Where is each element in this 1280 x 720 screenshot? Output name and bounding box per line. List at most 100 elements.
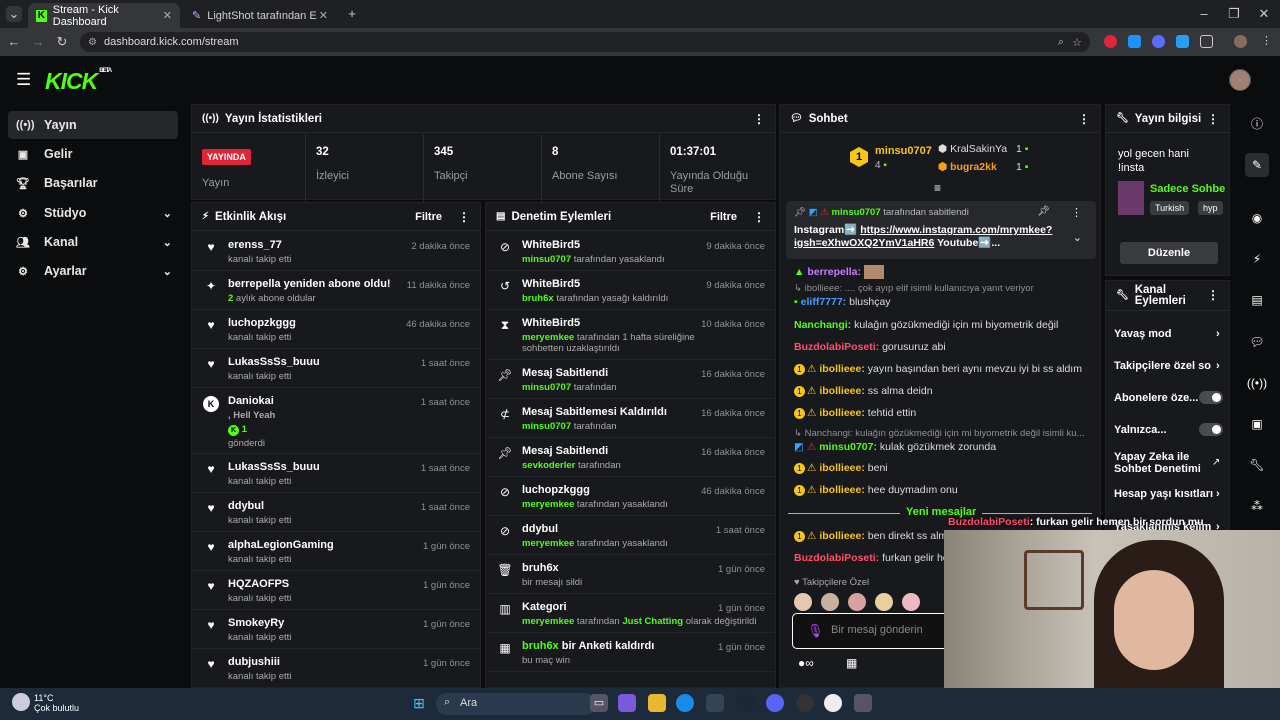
more-options-icon[interactable]: ⋮ [753,112,765,126]
leader-entry[interactable]: ⬢ bugra2kk [938,161,997,173]
browser-menu-icon[interactable]: ⋮ [1260,35,1273,48]
app-icon[interactable] [796,694,814,712]
copilot-icon[interactable] [618,694,636,712]
lightning-icon[interactable]: ⚡︎ [1245,247,1269,271]
kick-logo[interactable]: KICK BETA [45,68,112,95]
discord-icon[interactable] [766,694,784,712]
chat-message[interactable]: ◩ ⚠ minsu0707: kulak gözükmek zorunda [794,441,996,453]
chat-message[interactable]: BuzdolabiPoseti: furkan gelir hem [794,552,957,564]
edit-button[interactable]: Düzenle [1120,242,1218,264]
steam-icon[interactable] [736,694,754,712]
zoom-icon[interactable]: ⌕ [1058,36,1064,49]
extension-icon[interactable] [1128,35,1141,48]
forward-icon[interactable]: → [30,34,46,50]
more-options-icon[interactable]: ⋮ [1078,112,1090,126]
hamburger-menu-icon[interactable]: ☰ [16,71,31,88]
minimize-icon[interactable]: – [1196,6,1212,22]
kick-points-icon[interactable]: ⁂ [1245,494,1269,518]
category-name[interactable]: Sadece Sohbe [1150,183,1225,195]
microphone-icon[interactable]: 🎙︎ [807,623,824,639]
sidebar-item-basarilar[interactable]: 🏆︎ Başarılar [8,169,178,197]
store-icon[interactable]: ▦ [846,656,857,670]
extension-icon[interactable] [1152,35,1165,48]
weather-icon[interactable] [12,693,30,711]
emotes-only-row[interactable]: Yalnızca... [1114,424,1167,436]
profile-avatar-icon[interactable] [1234,35,1247,48]
chrome-icon[interactable] [824,694,842,712]
avatar[interactable] [848,593,866,611]
close-icon[interactable]: ✕ [163,9,172,22]
chat-message[interactable]: 1 ⚠ ibollieee: yayın başından beri aynı m… [794,363,1082,375]
sidebar-item-kanal[interactable]: 👥︎ Kanal ⌄ [8,228,178,256]
pin-icon[interactable]: 📌︎ [1037,206,1050,217]
site-info-icon[interactable]: ⚙ [88,37,97,48]
address-bar[interactable]: ⚙ dashboard.kick.com/stream ⌕ ☆ [80,32,1090,52]
edge-icon[interactable] [676,694,694,712]
followers-only-row[interactable]: Takipçilere özel so › [1114,360,1220,372]
window-close-icon[interactable]: ✕ [1256,6,1272,22]
tag[interactable]: Turkish [1150,201,1190,215]
user-avatar[interactable] [1229,69,1251,91]
chat-message[interactable]: 1 ⚠ ibollieee: beni [794,462,888,474]
more-options-icon[interactable]: ⋮ [1207,112,1219,126]
broadcast-icon[interactable]: ((•)) [1245,371,1269,395]
sidebar-item-ayarlar[interactable]: ⚙ Ayarlar ⌄ [8,257,178,285]
chevron-down-icon[interactable]: ⌄ [1073,231,1082,244]
pencil-icon[interactable]: ✎ [1245,153,1269,177]
extensions-puzzle-icon[interactable] [1200,35,1213,48]
file-explorer-icon[interactable] [648,694,666,712]
more-options-icon[interactable]: ⋮ [753,210,765,224]
more-options-icon[interactable]: ⋮ [1207,289,1219,301]
info-icon[interactable]: ⓘ [1245,112,1269,136]
maximize-icon[interactable]: ❐ [1226,6,1242,22]
back-icon[interactable]: ← [6,34,22,50]
chat-message[interactable]: ▪ eliff7777: blushçay [794,296,891,308]
leader-name[interactable]: minsu0707 [875,145,932,157]
avatar[interactable] [875,593,893,611]
camera-icon[interactable]: ◉ [1245,206,1269,230]
more-options-icon[interactable]: ⋮ [1071,206,1082,219]
store-icon[interactable] [706,694,724,712]
taskbar-search[interactable]: ⌕ Ara [436,693,596,715]
new-tab-icon[interactable]: + [344,6,360,22]
emotes-only-toggle[interactable] [1199,423,1223,436]
bookmark-star-icon[interactable]: ☆ [1072,36,1082,49]
filter-button[interactable]: Filtre [710,211,737,223]
avatar[interactable] [821,593,839,611]
wrench-icon[interactable]: 🔧︎ [1245,453,1269,477]
account-age-row[interactable]: Hesap yaşı kısıtları › [1114,488,1220,500]
browser-tab-lightshot[interactable]: ✎ LightShot tarafından Ekran Gön ✕ [184,3,336,28]
avatar[interactable] [794,593,812,611]
extension-icon[interactable] [1104,35,1117,48]
chat-bubble-icon[interactable]: 💬︎ [1245,330,1269,354]
chat-message[interactable]: 1 ⚠ ibollieee: ss alma deidn [794,385,933,397]
reload-icon[interactable]: ↻ [54,34,70,50]
document-icon[interactable]: ▤ [1245,288,1269,312]
more-options-icon[interactable]: ⋮ [458,210,470,224]
sidebar-item-gelir[interactable]: ▣ Gelir [8,140,178,168]
weather-widget[interactable]: 11°C Çok bulutlu [34,693,79,713]
leader-entry[interactable]: ⬢ KralSakinYa [938,143,1007,155]
external-link-icon[interactable]: ↗ [1212,457,1220,468]
browser-tab-kick[interactable]: K Stream - Kick Dashboard ✕ [28,3,180,28]
subscribers-only-toggle[interactable] [1199,391,1223,404]
tag[interactable]: hyp [1198,201,1223,215]
chat-message[interactable]: ▲ berrepella: [794,265,884,279]
filter-button[interactable]: Filtre [415,211,442,223]
avatar[interactable] [902,593,920,611]
chat-message[interactable]: 1 ⚠ ibollieee: ben direkt ss alm [794,530,947,542]
kick-points-icon[interactable]: ●∞ [798,656,814,670]
sidebar-item-studyo[interactable]: ⚙ Stüdyo ⌄ [8,199,178,227]
windows-start-icon[interactable]: ⊞ [410,694,428,712]
toolbox-icon[interactable]: ▣ [1245,412,1269,436]
chat-message[interactable]: 1 ⚠ ibollieee: hee duymadım onu [794,484,958,496]
chat-message[interactable]: 1 ⚠ ibollieee: tehtid ettin [794,407,916,419]
chat-message[interactable]: BuzdolabiPoseti: gorusuruz abi [794,341,946,353]
extension-icon[interactable] [1176,35,1189,48]
settings-icon[interactable] [854,694,872,712]
chat-message[interactable]: Nanchangi: kulağın gözükmediği için mi b… [794,319,1058,331]
subscribers-only-row[interactable]: Abonelere öze... [1114,392,1198,404]
tab-search-icon[interactable]: ⌄ [6,6,22,22]
ai-moderation-row[interactable]: Yapay Zeka ile Sohbet Denetimi [1114,451,1204,475]
close-icon[interactable]: ✕ [319,9,328,22]
